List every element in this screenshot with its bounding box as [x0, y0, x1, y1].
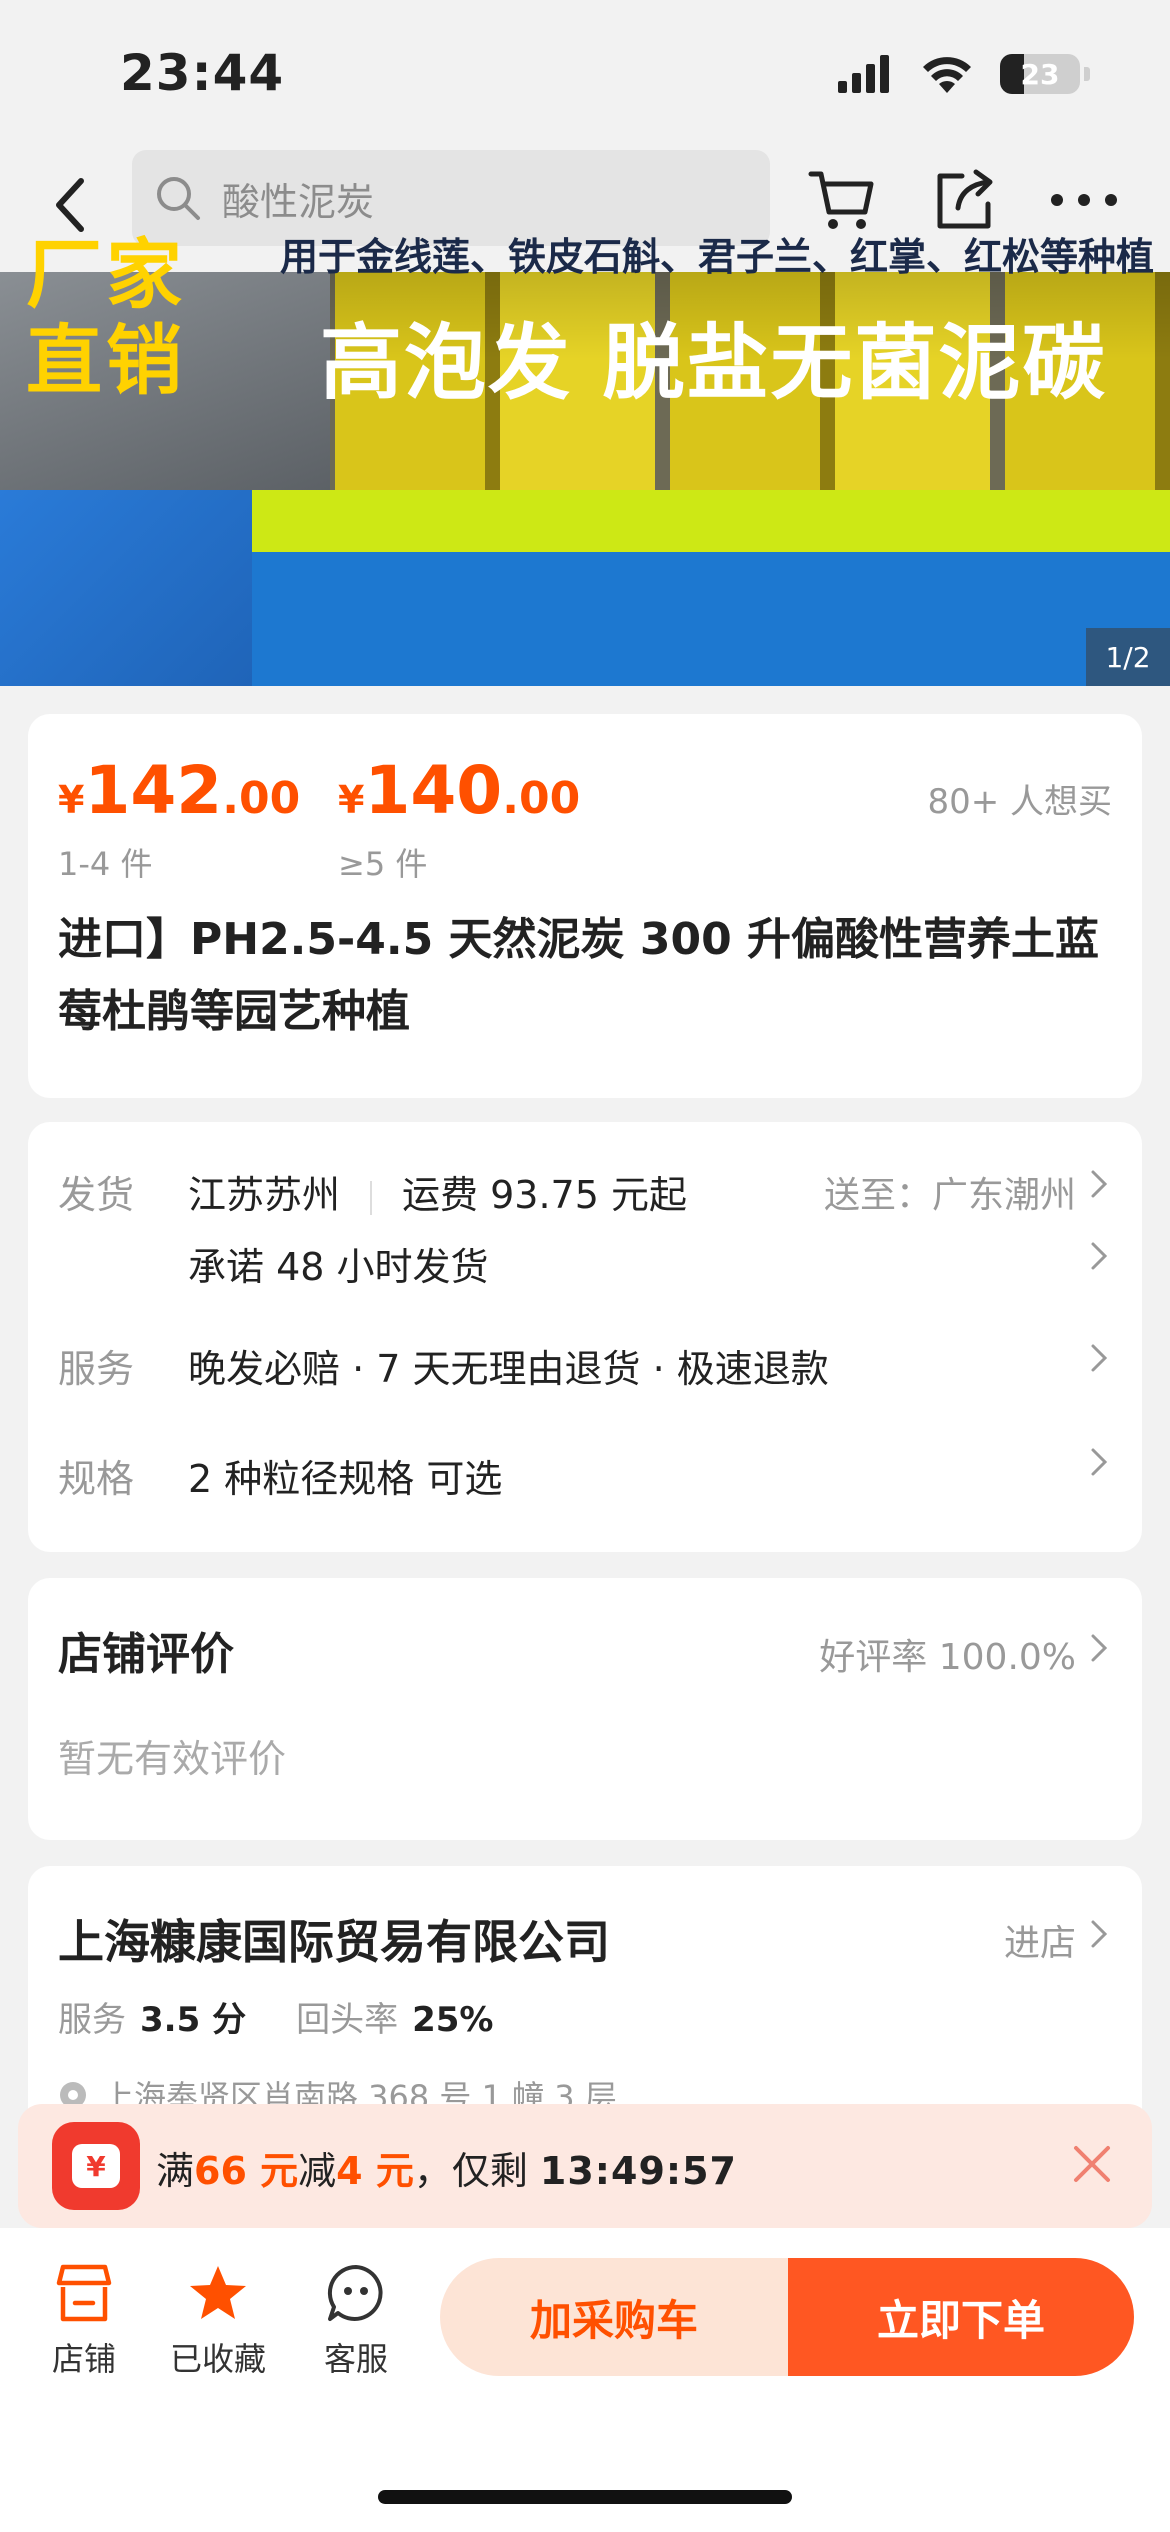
shipping-origin: 江苏苏州 — [188, 1173, 341, 1217]
shipping-label: 发货 — [58, 1173, 135, 1217]
service-label: 服务 — [58, 1347, 135, 1391]
banner-subline: 用于金线莲、铁皮石斛、君子兰、红掌、红松等种植 — [280, 235, 1155, 279]
chevron-right-icon[interactable] — [1084, 1164, 1114, 1204]
star-icon — [190, 2266, 246, 2319]
shipping-destination[interactable]: 送至：广东潮州 — [824, 1166, 1076, 1218]
price-tier-2: ¥140.00 ≥5 件 — [338, 752, 580, 885]
cart-icon — [808, 171, 874, 229]
banner-subline-bg — [240, 490, 1170, 552]
favorite-tab[interactable]: 已收藏 — [158, 2258, 278, 2380]
review-rate[interactable]: 好评率 100.0% — [819, 1628, 1076, 1680]
review-card: 店铺评价 好评率 100.0% 暂无有效评价 — [28, 1578, 1142, 1840]
add-to-cart-button[interactable]: 加采购车 — [440, 2258, 788, 2376]
shop-name[interactable]: 上海糠康国际贸易有限公司 — [58, 1906, 610, 1972]
status-icons: 23 — [838, 54, 1090, 94]
favorite-tab-label: 已收藏 — [169, 2340, 266, 2378]
spec-value[interactable]: 2 种粒径规格 可选 — [188, 1448, 502, 1503]
shop-tab-label: 店铺 — [51, 2340, 116, 2378]
share-icon — [937, 169, 993, 229]
signal-icon — [838, 55, 889, 93]
shop-service-score: 3.5 分 — [140, 2000, 247, 2040]
back-arrow-icon — [56, 178, 84, 232]
close-icon — [1074, 2146, 1110, 2182]
bottom-action-bar: 店铺 已收藏 客服 加采购车 立即下单 — [0, 2228, 1170, 2532]
price-tier-1: ¥142.00 1-4 件 — [58, 752, 300, 885]
promo-timer: 13:49:57 — [539, 2149, 737, 2193]
coupon-icon: ¥ — [52, 2122, 140, 2210]
info-card: 发货 江苏苏州 运费 93.75 元起 送至：广东潮州 承诺 48 小时发货 服务… — [28, 1122, 1142, 1552]
status-bar: 23:44 23 — [0, 0, 1170, 140]
battery-level: 23 — [1020, 57, 1060, 91]
shipping-info: 江苏苏州 运费 93.75 元起 — [188, 1164, 687, 1219]
search-icon — [157, 177, 200, 220]
service-value[interactable]: 晚发必赔 · 7 天无理由退货 · 极速退款 — [188, 1338, 829, 1393]
banner-badge: 厂家直销 — [26, 230, 186, 405]
want-count: 80+ 人想买 — [927, 782, 1112, 822]
chevron-right-icon[interactable] — [1084, 1236, 1114, 1276]
banner-badge-bg — [0, 490, 252, 686]
home-indicator — [378, 2490, 792, 2504]
chevron-right-icon[interactable] — [1084, 1914, 1114, 1954]
buy-now-button[interactable]: 立即下单 — [788, 2258, 1134, 2376]
shop-tab[interactable]: 店铺 — [24, 2258, 144, 2380]
promo-text: 满66 元减4 元，仅剩 13:49:57 — [156, 2149, 737, 2193]
price-quantity: ≥5 件 — [338, 845, 428, 883]
product-title: 进口】PH2.5-4.5 天然泥炭 300 升偏酸性营养土蓝莓杜鹃等园艺种植 — [58, 914, 1100, 1037]
chevron-right-icon[interactable] — [1084, 1338, 1114, 1378]
more-dots-icon — [1051, 194, 1117, 206]
chat-bot-icon — [327, 2264, 383, 2321]
chevron-right-icon[interactable] — [1084, 1628, 1114, 1668]
search-placeholder: 酸性泥炭 — [222, 179, 375, 224]
promo-bar[interactable]: ¥ 满66 元减4 元，仅剩 13:49:57 — [18, 2104, 1152, 2228]
spec-label: 规格 — [58, 1457, 135, 1501]
review-empty: 暂无有效评价 — [58, 1737, 287, 1781]
chevron-right-icon[interactable] — [1084, 1442, 1114, 1482]
shipping-fee: 运费 93.75 元起 — [402, 1173, 687, 1217]
price-card: ¥142.00 1-4 件 ¥140.00 ≥5 件 80+ 人想买 进口】PH… — [28, 714, 1142, 1098]
customer-service-label: 客服 — [323, 2340, 388, 2378]
shipping-promise: 承诺 48 小时发货 — [188, 1245, 489, 1289]
price-value: ¥140.00 — [338, 752, 581, 829]
battery-icon: 23 — [1000, 54, 1080, 94]
shop-repeat-rate: 25% — [412, 2000, 494, 2040]
customer-service-tab[interactable]: 客服 — [296, 2258, 416, 2380]
price-quantity: 1-4 件 — [58, 845, 153, 883]
shop-stats: 服务 3.5 分回头率 25% — [58, 2000, 494, 2040]
status-time: 23:44 — [120, 44, 285, 102]
banner-headline: 高泡发 脱盐无菌泥碳 — [320, 316, 1107, 411]
price-value: ¥142.00 — [58, 752, 301, 829]
carousel-counter: 1/2 — [1086, 628, 1170, 686]
store-icon — [56, 2264, 112, 2322]
wifi-icon — [923, 57, 971, 93]
review-title: 店铺评价 — [58, 1629, 234, 1680]
enter-shop-link[interactable]: 进店 — [1004, 1914, 1076, 1966]
close-promo-button[interactable] — [1062, 2134, 1122, 2194]
